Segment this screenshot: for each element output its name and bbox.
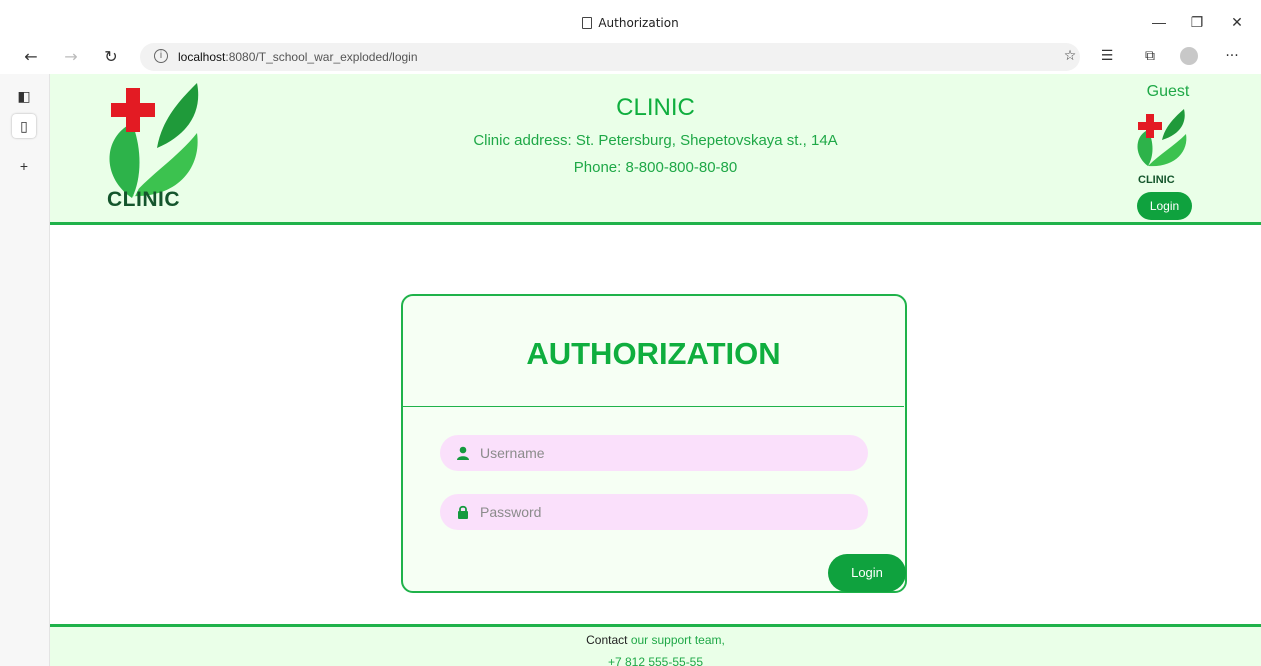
address-bar[interactable]: i localhost:8080/T_school_war_exploded/l… [140, 43, 1080, 71]
card-divider [403, 406, 904, 407]
password-field[interactable] [440, 494, 868, 530]
current-user-label: Guest [1146, 83, 1190, 100]
refresh-button[interactable]: ↻ [100, 46, 122, 68]
add-favorite-icon[interactable]: ☆ [1060, 46, 1080, 66]
more-menu-icon[interactable]: ··· [1222, 46, 1242, 66]
support-team-link[interactable]: our support team, [631, 633, 725, 647]
username-field[interactable] [440, 435, 868, 471]
logo-wordmark: CLINIC [107, 188, 180, 211]
profile-avatar[interactable] [1180, 47, 1198, 65]
window-title-text: Authorization [598, 16, 679, 30]
new-tab-icon[interactable]: + [12, 154, 36, 178]
user-logo-wordmark: CLINIC [1138, 174, 1175, 186]
tab-authorization[interactable]: ▯ [12, 114, 36, 138]
clinic-address: Clinic address: St. Petersburg, Shepetov… [473, 132, 838, 149]
site-header: CLINIC CLINIC Clinic address: St. Peters… [50, 74, 1261, 225]
minimize-button[interactable]: — [1149, 12, 1169, 32]
restore-button[interactable]: ❐ [1187, 12, 1207, 32]
url-path: :8080/T_school_war_exploded/login [225, 50, 418, 64]
close-window-button[interactable]: ✕ [1227, 12, 1247, 32]
site-footer: Contact our support team, +7 812 555-55-… [50, 624, 1261, 666]
favorites-icon[interactable]: ☰ [1097, 46, 1117, 66]
document-icon [582, 17, 593, 29]
site-info-icon[interactable]: i [154, 49, 168, 63]
url-text[interactable]: localhost:8080/T_school_war_exploded/log… [178, 50, 418, 64]
window-title: Authorization [0, 16, 1261, 30]
vertical-tab-strip: ◧ ▯ + [0, 74, 50, 666]
footer-contact: Contact our support team, [50, 633, 1261, 647]
url-host: localhost [178, 50, 226, 64]
user-icon [457, 446, 469, 460]
login-submit-button[interactable]: Login [828, 554, 906, 592]
browser-title-bar: Authorization — ❐ ✕ [0, 0, 1261, 40]
authorization-title: AUTHORIZATION [526, 336, 781, 371]
site-title: CLINIC [616, 94, 695, 121]
password-input[interactable] [480, 494, 850, 530]
tab-actions-icon[interactable]: ◧ [12, 84, 36, 108]
header-login-button[interactable]: Login [1137, 192, 1192, 220]
username-input[interactable] [480, 435, 850, 471]
lock-icon [458, 505, 468, 519]
authorization-card: AUTHORIZATION Login [401, 294, 907, 593]
footer-phone: +7 812 555-55-55 [607, 655, 704, 666]
back-button[interactable]: ← [20, 46, 42, 68]
collections-icon[interactable]: ⧉ [1140, 46, 1160, 66]
forward-button[interactable]: → [60, 46, 82, 68]
clinic-phone: Phone: 8-800-800-80-80 [573, 159, 738, 176]
footer-contact-prefix: Contact [586, 633, 631, 647]
page: CLINIC CLINIC Clinic address: St. Peters… [50, 74, 1261, 666]
